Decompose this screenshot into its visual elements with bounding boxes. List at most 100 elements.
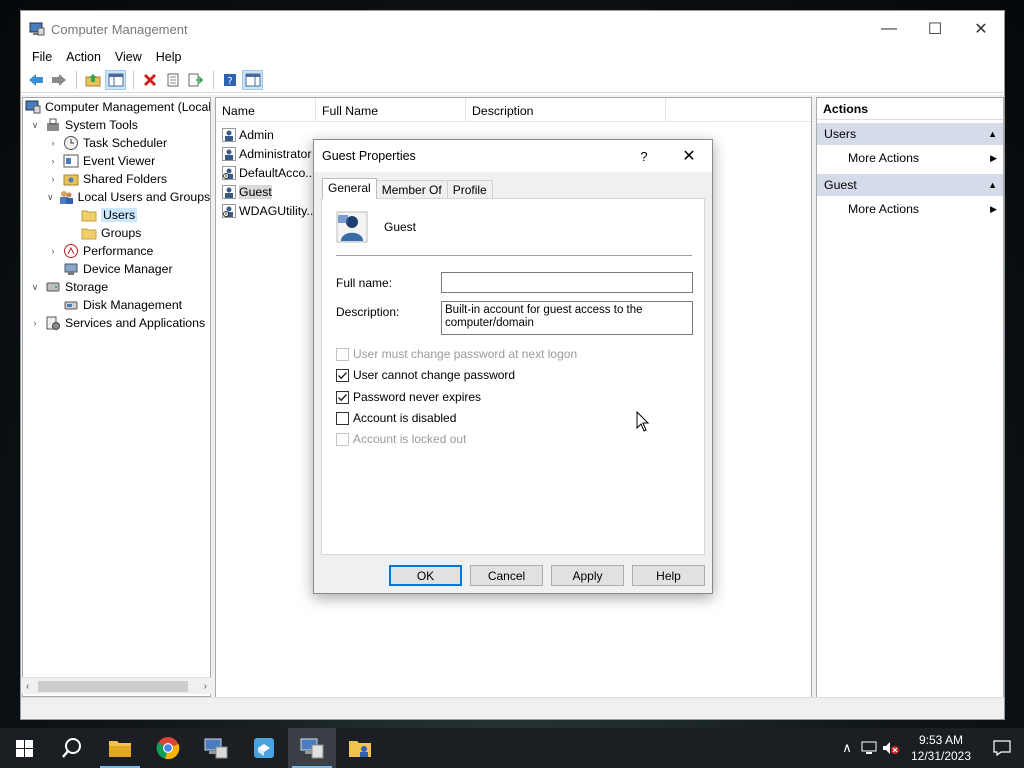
start-button[interactable] — [0, 728, 48, 768]
user-icon — [222, 184, 236, 199]
tree-item-local-users-groups[interactable]: ∨ Local Users and Groups — [23, 188, 210, 206]
taskbar-network-app[interactable] — [192, 728, 240, 768]
collapse-up-icon[interactable]: ▲ — [988, 129, 997, 139]
close-button[interactable]: ✕ — [958, 11, 1004, 47]
column-description[interactable]: Description — [466, 98, 666, 121]
checkbox-box[interactable] — [336, 347, 349, 361]
tree-item-storage[interactable]: ∨ Storage — [23, 278, 210, 296]
checkbox-box[interactable] — [336, 432, 349, 446]
show-hide-tree-icon[interactable] — [105, 69, 126, 90]
checkmark-icon[interactable] — [336, 390, 349, 404]
more-actions-users[interactable]: More Actions ▶ — [817, 145, 1003, 171]
tree-item-task-scheduler[interactable]: › Task Scheduler — [23, 134, 210, 152]
action-pane-icon[interactable] — [242, 69, 263, 90]
actions-section-guest[interactable]: Guest ▲ — [817, 174, 1003, 196]
column-full-name[interactable]: Full Name — [316, 98, 466, 121]
menu-file[interactable]: File — [25, 50, 59, 64]
tree-horizontal-scrollbar[interactable]: ‹ › — [22, 677, 211, 694]
chevron-right-icon[interactable]: › — [47, 174, 59, 184]
dialog-title-bar[interactable]: Guest Properties ? ✕ — [314, 140, 712, 172]
chevron-down-icon[interactable]: ∨ — [47, 192, 54, 203]
volume-muted-icon[interactable] — [880, 741, 902, 755]
scrollbar-thumb[interactable] — [38, 680, 188, 692]
tree-item-groups[interactable]: Groups — [23, 224, 210, 242]
svg-text:?: ? — [227, 76, 232, 87]
apply-button[interactable]: Apply — [551, 565, 624, 586]
title-bar[interactable]: Computer Management — ☐ ✕ — [21, 11, 1004, 47]
tab-member-of[interactable]: Member Of — [375, 180, 448, 199]
full-name-label: Full name: — [336, 276, 393, 290]
export-list-icon[interactable] — [185, 70, 206, 90]
actions-section-users[interactable]: Users ▲ — [817, 123, 1003, 145]
column-name[interactable]: Name — [216, 98, 316, 121]
clock-icon — [64, 136, 78, 150]
chevron-down-icon[interactable]: ∨ — [29, 282, 41, 293]
toolbar: ? — [21, 67, 1004, 93]
tree-item-root[interactable]: Computer Management (Local — [23, 98, 210, 116]
description-input[interactable]: Built-in account for guest access to the… — [441, 301, 693, 335]
chevron-right-icon[interactable]: › — [29, 318, 41, 328]
dialog-help-button[interactable]: ? — [622, 149, 666, 164]
scroll-left-icon[interactable]: ‹ — [26, 681, 29, 692]
storage-icon — [46, 282, 60, 292]
tree-item-event-viewer[interactable]: › Event Viewer — [23, 152, 210, 170]
tree-item-shared-folders[interactable]: › Shared Folders — [23, 170, 210, 188]
properties-icon[interactable] — [162, 70, 183, 90]
maximize-button[interactable]: ☐ — [912, 11, 958, 47]
password-never-expires-checkbox[interactable]: Password never expires — [336, 390, 481, 404]
tree-item-performance[interactable]: › Performance — [23, 242, 210, 260]
back-arrow-icon[interactable] — [25, 70, 46, 90]
taskbar-sandbox-app[interactable] — [240, 728, 288, 768]
full-name-input[interactable] — [441, 272, 693, 293]
tab-general[interactable]: General — [322, 178, 377, 199]
collapse-up-icon[interactable]: ▲ — [988, 180, 997, 190]
more-actions-guest[interactable]: More Actions ▶ — [817, 196, 1003, 222]
event-viewer-icon — [63, 154, 79, 168]
cancel-button[interactable]: Cancel — [470, 565, 543, 586]
chevron-down-icon[interactable]: ∨ — [29, 120, 41, 131]
chevron-right-icon[interactable]: › — [47, 156, 59, 166]
must-change-password-checkbox[interactable]: User must change password at next logon — [336, 347, 577, 361]
dialog-close-button[interactable]: ✕ — [666, 146, 712, 166]
up-folder-icon[interactable] — [82, 70, 103, 90]
folder-icon — [81, 210, 97, 222]
tree-item-services-apps[interactable]: › Services and Applications — [23, 314, 210, 332]
ok-button[interactable]: OK — [389, 565, 462, 586]
sandbox-icon — [254, 738, 274, 758]
chevron-right-icon[interactable]: › — [47, 246, 59, 256]
account-locked-out-checkbox[interactable]: Account is locked out — [336, 432, 466, 446]
taskbar-user-folder[interactable] — [336, 728, 384, 768]
toolbar-separator — [133, 70, 134, 89]
tree-item-disk-management[interactable]: Disk Management — [23, 296, 210, 314]
forward-arrow-icon[interactable] — [48, 70, 69, 90]
taskbar-computer-management[interactable] — [288, 728, 336, 768]
help-button[interactable]: Help — [632, 565, 705, 586]
list-header: Name Full Name Description — [216, 98, 811, 122]
submenu-arrow-icon: ▶ — [990, 152, 997, 163]
minimize-button[interactable]: — — [866, 11, 912, 47]
tab-profile[interactable]: Profile — [446, 180, 493, 199]
show-hidden-icons-icon[interactable]: ∧ — [836, 740, 858, 756]
checkbox-box[interactable] — [336, 411, 349, 425]
checkmark-icon[interactable] — [336, 368, 349, 382]
account-disabled-checkbox[interactable]: Account is disabled — [336, 411, 456, 425]
help-icon[interactable]: ? — [219, 70, 240, 90]
delete-icon[interactable] — [139, 70, 160, 90]
system-tray: ∧ 9:53 AM 12/31/2023 — [836, 728, 1024, 768]
cannot-change-password-checkbox[interactable]: User cannot change password — [336, 368, 515, 382]
tree-item-users[interactable]: Users — [23, 206, 210, 224]
taskbar-chrome[interactable] — [144, 728, 192, 768]
menu-help[interactable]: Help — [149, 50, 189, 64]
tree-item-system-tools[interactable]: ∨ System Tools — [23, 116, 210, 134]
chevron-right-icon[interactable]: › — [47, 138, 59, 148]
tree-item-device-manager[interactable]: Device Manager — [23, 260, 210, 278]
network-icon[interactable] — [858, 741, 880, 755]
scroll-right-icon[interactable]: › — [204, 681, 207, 692]
menu-action[interactable]: Action — [59, 50, 108, 64]
notification-center-icon[interactable] — [980, 740, 1024, 756]
menu-view[interactable]: View — [108, 50, 149, 64]
search-button[interactable] — [48, 728, 96, 768]
user-folder-icon — [349, 741, 371, 757]
taskbar-file-explorer[interactable] — [96, 728, 144, 768]
clock[interactable]: 9:53 AM 12/31/2023 — [902, 732, 980, 764]
